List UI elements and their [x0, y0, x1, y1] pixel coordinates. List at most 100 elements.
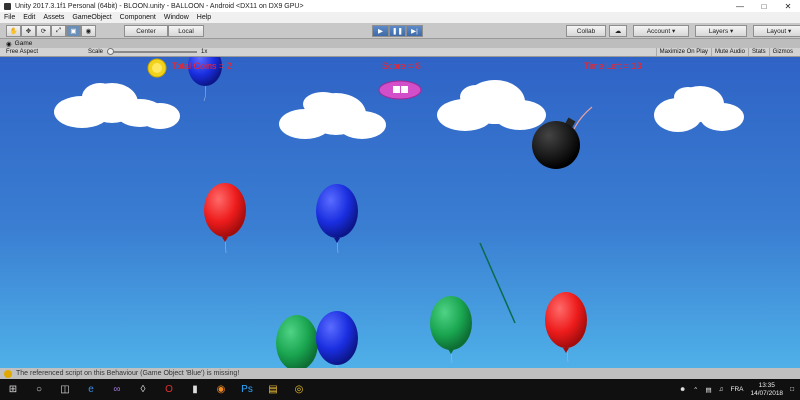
console-message: The referenced script on this Behaviour …: [16, 370, 240, 377]
balloon-red[interactable]: [545, 292, 587, 363]
account-dropdown[interactable]: Account ▾: [633, 25, 689, 37]
maximize-button[interactable]: □: [752, 0, 776, 12]
menu-edit[interactable]: Edit: [19, 14, 39, 21]
coin-icon: [147, 58, 167, 78]
collab-label: Collab: [576, 27, 596, 35]
main-toolbar: ✋ ✥ ⟳ ⤢ ▣ ◉ Center Local ▶ ❚❚ ▶| Collab …: [0, 23, 800, 39]
menu-component[interactable]: Component: [116, 14, 160, 21]
blender-icon[interactable]: ◉: [208, 379, 234, 400]
maximize-on-play-toggle[interactable]: Maximize On Play: [655, 48, 711, 56]
clock-date: 14/07/2018: [750, 389, 784, 397]
menu-window[interactable]: Window: [160, 14, 193, 21]
unity-logo-icon: [4, 2, 11, 10]
chevron-up-icon[interactable]: ⌃: [693, 386, 698, 394]
game-tab-label: Game: [14, 40, 33, 47]
collab-button[interactable]: Collab: [566, 25, 606, 37]
rotate-tool-icon[interactable]: ⟳: [36, 25, 51, 37]
menu-bar: File Edit Assets GameObject Component Wi…: [0, 12, 800, 23]
edge-icon[interactable]: e: [78, 379, 104, 400]
volume-icon[interactable]: ♫: [719, 386, 724, 393]
layers-label: Layers: [708, 27, 729, 35]
cloud: [54, 83, 180, 129]
people-icon[interactable]: ☻: [679, 386, 686, 393]
cloud: [654, 86, 744, 132]
hand-tool-icon[interactable]: ✋: [6, 25, 21, 37]
start-button[interactable]: ⊞: [0, 379, 26, 400]
rect-tool-icon[interactable]: ▣: [66, 25, 81, 37]
mute-audio-toggle[interactable]: Mute Audio: [710, 48, 748, 56]
chrome-icon[interactable]: ◎: [286, 379, 312, 400]
clock[interactable]: 13:35 14/07/2018: [751, 382, 784, 398]
scale-slider[interactable]: [107, 48, 198, 55]
clock-time: 13:35: [758, 381, 775, 389]
play-controls: ▶ ❚❚ ▶|: [372, 25, 423, 37]
game-view-toolbar: Free Aspect Scale 1x Maximize On Play Mu…: [0, 48, 800, 57]
layers-dropdown[interactable]: Layers ▾: [695, 25, 747, 37]
close-button[interactable]: ✕: [776, 0, 800, 12]
move-tool-icon[interactable]: ✥: [21, 25, 36, 37]
window-titlebar: Unity 2017.3.1f1 Personal (64bit) - BLOO…: [0, 0, 800, 12]
warning-icon: [4, 369, 12, 378]
balloon-blue[interactable]: [316, 184, 358, 254]
time-left-text: Time Left = 13: [584, 61, 642, 71]
terminal-icon[interactable]: ▮: [182, 379, 208, 400]
scale-value: 1x: [201, 49, 208, 55]
pivot-local-button[interactable]: Local: [168, 25, 204, 37]
account-label: Account: [646, 27, 671, 35]
transform-tools: ✋ ✥ ⟳ ⤢ ▣ ◉: [6, 25, 96, 37]
play-button[interactable]: ▶: [372, 25, 389, 37]
visual-studio-icon[interactable]: ∞: [104, 379, 130, 400]
game-view[interactable]: Total Coins = 2 Score = 8 Time Left = 13: [0, 57, 800, 368]
menu-help[interactable]: Help: [193, 14, 215, 21]
cloud-icon[interactable]: ☁: [609, 25, 627, 37]
scale-control: Scale 1x: [88, 48, 208, 55]
transform-tool-icon[interactable]: ◉: [81, 25, 96, 37]
layout-label: Layout: [766, 27, 787, 35]
cloud: [437, 80, 546, 131]
search-icon[interactable]: ○: [26, 379, 52, 400]
unity-icon[interactable]: ◊: [130, 379, 156, 400]
space-label: Local: [178, 27, 194, 35]
step-button[interactable]: ▶|: [406, 25, 423, 37]
layout-dropdown[interactable]: Layout ▾: [753, 25, 800, 37]
notifications-icon[interactable]: □: [790, 386, 794, 393]
balloon-green[interactable]: [430, 296, 472, 364]
aim-line: [479, 242, 516, 324]
total-coins-text: Total Coins = 2: [172, 61, 232, 71]
menu-assets[interactable]: Assets: [39, 14, 68, 21]
menu-gameobject[interactable]: GameObject: [68, 14, 115, 21]
pivot-label: Center: [136, 27, 156, 35]
pause-button[interactable]: ❚❚: [389, 25, 406, 37]
windows-taskbar: ⊞ ○ ◫ e ∞ ◊ O ▮ ◉ Ps ▤ ◎ ☻ ⌃ ▤ ♫ FRA 13:…: [0, 379, 800, 400]
aspect-dropdown[interactable]: Free Aspect: [6, 49, 38, 55]
opera-icon[interactable]: O: [156, 379, 182, 400]
balloon-blue[interactable]: [316, 311, 358, 368]
pivot-group: Center Local: [124, 25, 204, 37]
game-view-options: Maximize On Play Mute Audio Stats Gizmos: [655, 48, 796, 56]
stats-toggle[interactable]: Stats: [747, 48, 769, 56]
pivot-center-button[interactable]: Center: [124, 25, 168, 37]
score-text: Score = 8: [382, 61, 421, 71]
network-icon[interactable]: ▤: [705, 386, 711, 394]
bonus-box[interactable]: [378, 80, 422, 100]
file-explorer-icon[interactable]: ▤: [260, 379, 286, 400]
task-view-icon[interactable]: ◫: [52, 379, 78, 400]
cloud: [279, 92, 386, 139]
game-scene: [54, 57, 744, 368]
game-tab-icon: ◉: [6, 40, 12, 48]
menu-file[interactable]: File: [0, 14, 19, 21]
window-title: Unity 2017.3.1f1 Personal (64bit) - BLOO…: [15, 2, 304, 10]
gizmos-dropdown[interactable]: Gizmos: [768, 48, 796, 56]
console-status-bar[interactable]: The referenced script on this Behaviour …: [0, 368, 800, 379]
language-indicator[interactable]: FRA: [731, 386, 744, 393]
system-tray: ☻ ⌃ ▤ ♫ FRA 13:35 14/07/2018 □: [672, 379, 794, 400]
minimize-button[interactable]: —: [728, 0, 752, 12]
photoshop-icon[interactable]: Ps: [234, 379, 260, 400]
game-tab[interactable]: ◉ Game: [0, 39, 800, 48]
window-controls: — □ ✕: [728, 0, 800, 12]
right-toolbar: Collab ☁ Account ▾ Layers ▾ Layout ▾: [566, 25, 800, 37]
balloon-green[interactable]: [276, 315, 318, 368]
scale-tool-icon[interactable]: ⤢: [51, 25, 66, 37]
scale-slider-knob[interactable]: [107, 48, 115, 55]
balloon-red[interactable]: [204, 183, 246, 254]
